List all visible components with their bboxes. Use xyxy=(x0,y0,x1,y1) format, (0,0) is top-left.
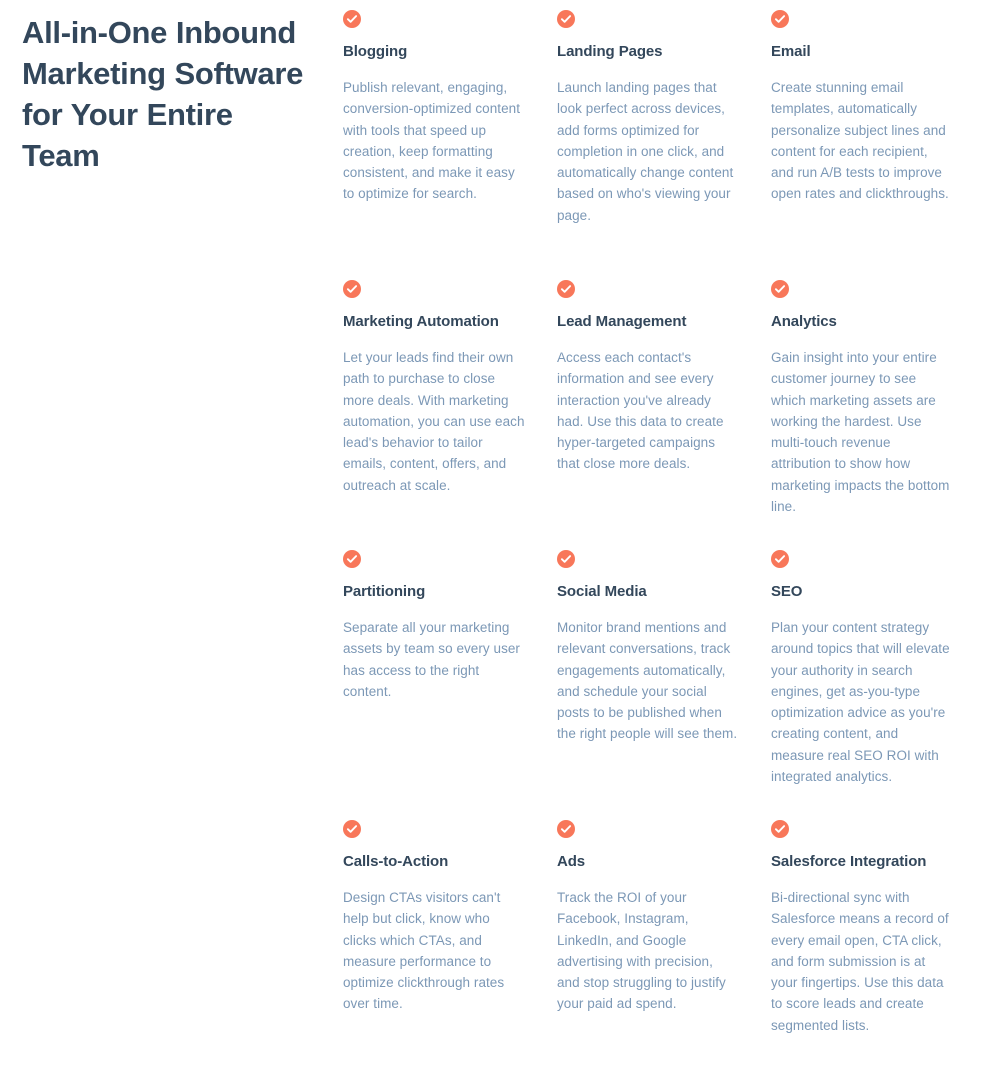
feature-title: Marketing Automation xyxy=(343,313,499,330)
feature-title: Social Media xyxy=(557,583,647,600)
check-circle-icon xyxy=(343,10,361,28)
feature-title: Ads xyxy=(557,853,586,870)
feature-card-6: Analytics Gain insight into your entire … xyxy=(771,270,990,540)
feature-description: Publish relevant, engaging, conversion-o… xyxy=(343,80,520,202)
feature-title: Blogging xyxy=(343,43,408,60)
feature-description: Bi-directional sync with Salesforce mean… xyxy=(771,890,949,1033)
feature-title: SEO xyxy=(771,583,803,600)
feature-description: Create stunning email templates, automat… xyxy=(771,80,949,202)
feature-description: Monitor brand mentions and relevant conv… xyxy=(557,620,738,742)
feature-description: Gain insight into your entire customer j… xyxy=(771,350,950,515)
check-circle-icon xyxy=(557,10,575,28)
feature-card-5: Lead Management Access each contact's in… xyxy=(557,270,771,540)
feature-title: Analytics xyxy=(771,313,837,330)
feature-description: Track the ROI of your Facebook, Instagra… xyxy=(557,890,726,1012)
headline-column: All-in-One Inbound Marketing Software fo… xyxy=(0,0,343,176)
feature-card-12: Salesforce Integration Bi-directional sy… xyxy=(771,810,990,1080)
feature-title: Salesforce Integration xyxy=(771,853,927,870)
feature-title: Email xyxy=(771,43,811,60)
check-circle-icon xyxy=(557,280,575,298)
feature-title: Lead Management xyxy=(557,313,687,330)
feature-grid: Blogging Publish relevant, engaging, con… xyxy=(343,0,990,1080)
page-title: All-in-One Inbound Marketing Software fo… xyxy=(22,15,304,173)
check-circle-icon xyxy=(343,820,361,838)
feature-title: Calls-to-Action xyxy=(343,853,449,870)
feature-description: Let your leads find their own path to pu… xyxy=(343,350,525,493)
feature-card-4: Marketing Automation Let your leads find… xyxy=(343,270,557,540)
check-circle-icon xyxy=(771,280,789,298)
feature-title: Partitioning xyxy=(343,583,426,600)
feature-card-2: Landing Pages Launch landing pages that … xyxy=(557,0,771,270)
check-circle-icon xyxy=(771,820,789,838)
feature-description: Launch landing pages that look perfect a… xyxy=(557,80,734,223)
feature-description: Access each contact's information and se… xyxy=(557,350,724,472)
feature-description: Separate all your marketing assets by te… xyxy=(343,620,520,699)
features-column: Blogging Publish relevant, engaging, con… xyxy=(343,0,990,1080)
check-circle-icon xyxy=(771,10,789,28)
feature-card-3: Email Create stunning email templates, a… xyxy=(771,0,990,270)
check-circle-icon xyxy=(343,550,361,568)
feature-description: Plan your content strategy around topics… xyxy=(771,620,950,785)
feature-card-11: Ads Track the ROI of your Facebook, Inst… xyxy=(557,810,771,1080)
check-circle-icon xyxy=(343,280,361,298)
feature-card-9: SEO Plan your content strategy around to… xyxy=(771,540,990,810)
marketing-features-page: All-in-One Inbound Marketing Software fo… xyxy=(0,0,990,1033)
feature-title: Landing Pages xyxy=(557,43,663,60)
feature-card-10: Calls-to-Action Design CTAs visitors can… xyxy=(343,810,557,1080)
feature-card-7: Partitioning Separate all your marketing… xyxy=(343,540,557,810)
feature-card-8: Social Media Monitor brand mentions and … xyxy=(557,540,771,810)
check-circle-icon xyxy=(557,820,575,838)
feature-card-1: Blogging Publish relevant, engaging, con… xyxy=(343,0,557,270)
check-circle-icon xyxy=(557,550,575,568)
feature-description: Design CTAs visitors can't help but clic… xyxy=(343,890,505,1012)
check-circle-icon xyxy=(771,550,789,568)
